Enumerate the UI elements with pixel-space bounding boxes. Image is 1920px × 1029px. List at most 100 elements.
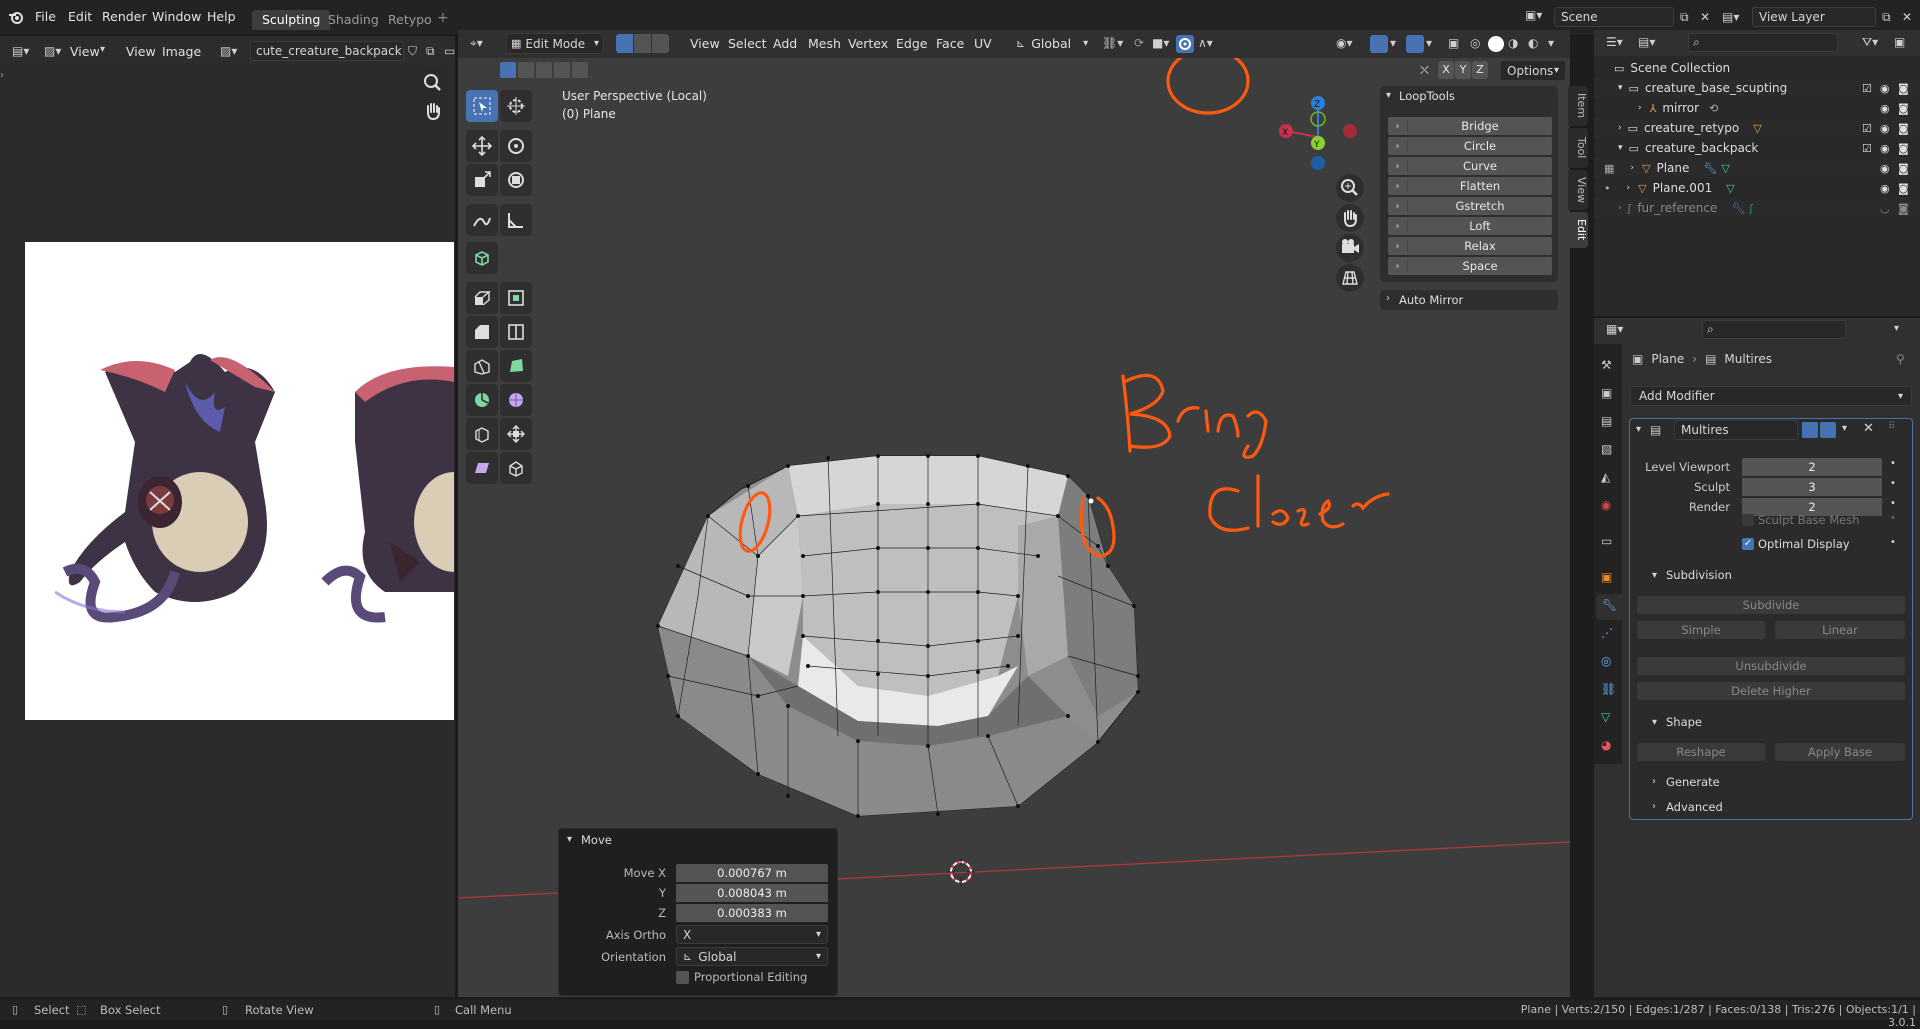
subdivide-button[interactable]: Subdivide	[1637, 596, 1905, 614]
zoom-icon[interactable]	[420, 70, 446, 96]
tab-tool[interactable]: Tool	[1568, 128, 1588, 168]
smooth-tool[interactable]	[500, 384, 532, 416]
orientation-selector[interactable]: ⊾ Global ▾	[1016, 36, 1088, 51]
menu-help[interactable]: Help	[207, 9, 236, 24]
camera-icon[interactable]: ◙	[1898, 142, 1909, 155]
collection-tab-icon[interactable]: ▭	[1601, 534, 1612, 548]
chevron-right-icon[interactable]: ›	[1618, 123, 1622, 133]
pan-hand-icon[interactable]	[420, 98, 446, 124]
select-box-tool[interactable]	[466, 90, 498, 122]
image-view-menu-2[interactable]: View	[126, 44, 156, 59]
gizmo-toggle-icon[interactable]	[1370, 35, 1388, 53]
copy-scene-icon[interactable]: ⧉	[1680, 10, 1689, 24]
checkbox-icon[interactable]: ☑	[1862, 82, 1872, 95]
orientation-dropdown[interactable]: ⊾ Global ▾	[676, 947, 828, 966]
new-image-icon[interactable]: ⧉	[426, 44, 435, 58]
spin-tool[interactable]	[466, 384, 498, 416]
rotate-tool[interactable]	[500, 130, 532, 162]
optimal-display-checkbox[interactable]: ✓	[1742, 538, 1754, 550]
cursor-tool[interactable]	[500, 90, 532, 122]
looptools-circle-button[interactable]: › Circle	[1388, 137, 1552, 155]
chevron-down-icon[interactable]: ▾	[1426, 36, 1432, 50]
tab-retypo[interactable]: Retypo	[378, 10, 442, 30]
wireframe-shading-icon[interactable]: ◎	[1470, 36, 1480, 50]
move-x-field[interactable]: 0.000767 m	[676, 864, 828, 882]
camera-icon[interactable]: ◙	[1898, 122, 1909, 135]
eye-icon[interactable]: ◉	[1880, 162, 1890, 175]
keyframe-dot-icon[interactable]: •	[1890, 478, 1896, 489]
display-mode-icon[interactable]: ▤▾	[1638, 35, 1655, 49]
keyframe-dot-icon[interactable]: •	[1890, 513, 1896, 524]
menu-view[interactable]: View	[690, 36, 720, 51]
keyframe-dot-icon[interactable]: •	[1890, 537, 1896, 548]
options-dropdown[interactable]: Options ▾	[1500, 60, 1566, 81]
snap-target-icon[interactable]: ■▾	[1152, 36, 1169, 50]
measure-tool[interactable]	[500, 204, 532, 236]
menu-select[interactable]: Select	[728, 36, 767, 51]
menu-face[interactable]: Face	[936, 36, 964, 51]
image-name-field[interactable]: cute_creature_backpack.jpg	[250, 41, 404, 61]
chevron-right-icon[interactable]: ›	[1652, 801, 1656, 812]
editor-type-icon[interactable]: ⌖▾	[470, 36, 483, 50]
menu-file[interactable]: File	[35, 9, 56, 24]
menu-vertex[interactable]: Vertex	[848, 36, 888, 51]
scale-tool[interactable]	[466, 164, 498, 196]
pivot-icon[interactable]: ⛓▾	[1102, 36, 1123, 50]
view-layer-tab-icon[interactable]: ▧	[1601, 442, 1612, 456]
rip-region-tool[interactable]	[500, 452, 532, 484]
camera-icon[interactable]: ◙	[1898, 102, 1909, 115]
select-new-icon[interactable]	[500, 62, 516, 78]
simple-button[interactable]: Simple	[1637, 621, 1765, 639]
outliner-scene-collection[interactable]: ▭ Scene Collection	[1594, 58, 1920, 78]
menu-uv[interactable]: UV	[974, 36, 992, 51]
outliner-row[interactable]: ▦ › ▽ Plane 🔧︎ ▽ ◉ ◙	[1594, 158, 1920, 178]
object-tab-icon[interactable]: ▣	[1601, 570, 1612, 584]
chevron-right-icon[interactable]: ›	[1618, 203, 1622, 213]
tool-tab-icon[interactable]: ⚒	[1601, 358, 1612, 372]
outliner-row[interactable]: ▾ ▭ creature_base_scupting ☑ ◉ ◙	[1594, 78, 1920, 98]
linear-button[interactable]: Linear	[1775, 621, 1905, 639]
editor-type-icon[interactable]: ☰▾	[1606, 35, 1623, 49]
face-select-icon[interactable]	[652, 34, 669, 53]
poly-build-tool[interactable]	[500, 350, 532, 382]
filter-icon[interactable]: ⛛▾	[1862, 35, 1878, 49]
physics-tab-icon[interactable]: ◎	[1601, 654, 1611, 668]
falloff-icon[interactable]: ∧▾	[1198, 36, 1213, 50]
tab-view[interactable]: View	[1568, 170, 1588, 210]
outliner-row[interactable]: › ▭ creature_retypo ▽ ☑ ◉ ◙	[1594, 118, 1920, 138]
advanced-section[interactable]: Advanced	[1666, 800, 1723, 814]
chevron-down-icon[interactable]: ▾	[1618, 83, 1623, 93]
shrink-fatten-tool[interactable]	[500, 418, 532, 450]
move-z-field[interactable]: 0.000383 m	[676, 904, 828, 922]
eye-icon[interactable]: ◉	[1880, 82, 1890, 95]
mirror-z-toggle[interactable]: Z	[1472, 61, 1488, 79]
pin-icon[interactable]: ⚲	[1896, 352, 1905, 366]
move-tool[interactable]	[466, 130, 498, 162]
outliner-row[interactable]: • › ▽ Plane.001 ▽ ◉ ◙	[1594, 178, 1920, 198]
chevron-right-icon[interactable]: ›	[1638, 103, 1642, 113]
properties-search-input[interactable]: ⌕	[1702, 320, 1846, 339]
delete-scene-icon[interactable]: ✕	[1700, 10, 1710, 24]
rendered-shading-icon[interactable]: ◐	[1528, 36, 1538, 50]
chevron-down-icon[interactable]: ▾	[567, 834, 572, 845]
render-tab-icon[interactable]: ▣	[1601, 386, 1612, 400]
shape-section[interactable]: Shape	[1666, 715, 1702, 729]
camera-icon[interactable]: ◙	[1898, 202, 1909, 215]
ortho-toggle-icon[interactable]	[1336, 264, 1364, 292]
select-extend-icon[interactable]	[518, 62, 534, 78]
looptools-bridge-button[interactable]: › Bridge	[1388, 117, 1552, 135]
modifier-tab[interactable]: 🔧︎	[1596, 594, 1622, 620]
menu-edge[interactable]: Edge	[896, 36, 927, 51]
looptools-space-button[interactable]: › Space	[1388, 257, 1552, 275]
select-intersect-icon[interactable]	[572, 62, 588, 78]
visibility-icon[interactable]: ◉▾	[1336, 36, 1353, 50]
eye-icon[interactable]: ◉	[1880, 182, 1890, 195]
keyframe-dot-icon[interactable]: •	[1890, 458, 1896, 469]
scene-tab-icon[interactable]: ◭	[1601, 470, 1610, 484]
image-browse-icon[interactable]: ▨▾	[220, 44, 237, 58]
show-render-icon[interactable]	[1820, 422, 1836, 438]
menu-edit[interactable]: Edit	[68, 9, 92, 24]
overlays-toggle-icon[interactable]	[1406, 35, 1424, 53]
tab-edit[interactable]: Edit	[1568, 212, 1588, 248]
camera-icon[interactable]: ◙	[1898, 162, 1909, 175]
